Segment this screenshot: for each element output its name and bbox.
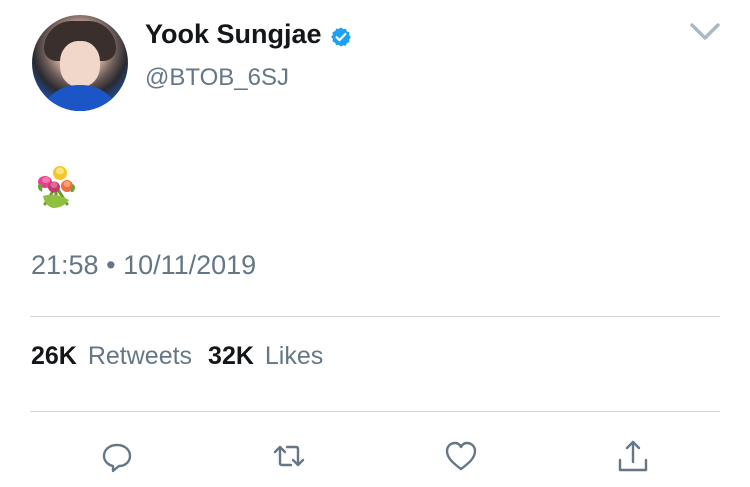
display-name-text: Yook Sungjae (145, 19, 322, 49)
likes-label: Likes (264, 342, 324, 370)
share-icon (618, 440, 648, 472)
tweet-time: 21:58 (31, 250, 99, 280)
tweet-timestamp[interactable]: 21:58 • 10/11/2019 (31, 250, 256, 281)
retweet-button[interactable] (271, 438, 307, 474)
heart-icon (445, 441, 477, 471)
retweets-label: Retweets (87, 342, 193, 370)
like-button[interactable] (443, 438, 479, 474)
share-button[interactable] (615, 438, 651, 474)
user-handle[interactable]: @BTOB_6SJ (145, 64, 289, 92)
tweet-date: 10/11/2019 (123, 250, 257, 280)
reply-button[interactable] (99, 438, 135, 474)
retweets-count: 26K (31, 342, 77, 370)
likes-stat[interactable]: 32K Likes (208, 342, 323, 371)
bouquet-emoji-icon (33, 162, 79, 210)
timestamp-separator: • (106, 250, 116, 280)
display-name[interactable]: Yook Sungjae (145, 19, 352, 50)
tweet-stats: 26K Retweets 32K Likes (31, 342, 323, 371)
likes-count: 32K (208, 342, 254, 370)
avatar-face (60, 41, 100, 87)
reply-icon (102, 443, 132, 473)
avatar-shirt (38, 85, 122, 111)
divider (30, 411, 720, 412)
retweets-stat[interactable]: 26K Retweets (31, 342, 192, 371)
divider (30, 316, 720, 317)
retweet-icon (273, 445, 305, 467)
verified-badge-icon (330, 24, 352, 47)
avatar[interactable] (32, 15, 128, 111)
chevron-down-icon[interactable] (690, 22, 720, 42)
